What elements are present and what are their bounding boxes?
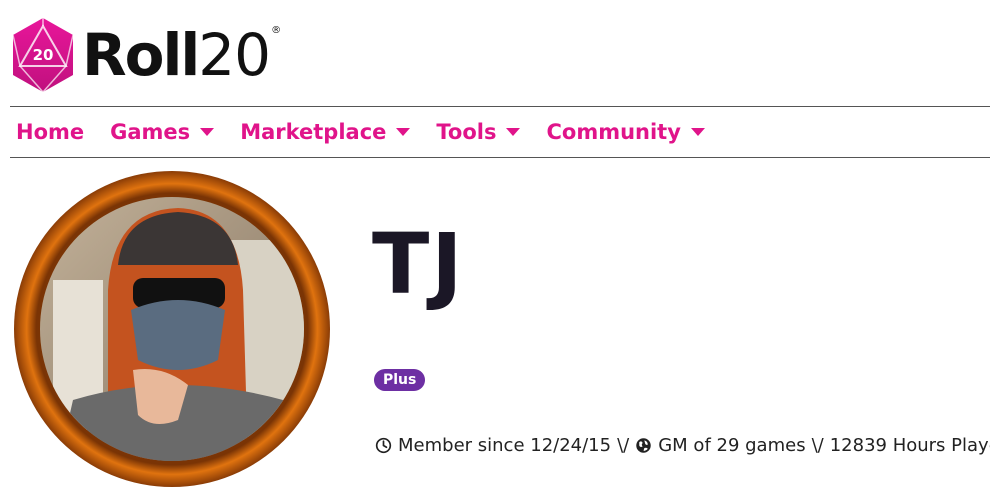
chevron-down-icon [200,128,215,136]
nav-home[interactable]: Home [16,120,84,144]
chevron-down-icon [690,128,705,136]
main-nav: Home Games Marketplace Tools Community [16,107,731,157]
stat-separator: \/ [811,435,824,456]
globe-icon [636,438,651,453]
hours-played: 12839 Hours Played [829,435,990,456]
chevron-down-icon [396,128,411,136]
stat-separator: \/ [617,435,630,456]
gm-games: GM of 29 games [658,435,806,456]
brand-word: Roll [82,21,200,89]
profile-username: TJ [372,215,465,313]
nav-home-label: Home [16,120,85,144]
nav-marketplace-label: Marketplace [240,120,387,144]
nav-community[interactable]: Community [546,120,705,144]
brand-wordmark: Roll20® [82,25,281,85]
nav-games-label: Games [110,120,191,144]
roll20-logo[interactable]: 20 Roll20® [10,16,281,94]
profile-avatar [14,171,330,487]
nav-community-label: Community [546,120,681,144]
nav-marketplace[interactable]: Marketplace [240,120,411,144]
d20-logo-icon: 20 [12,18,74,93]
member-since: Member since 12/24/15 [398,435,612,456]
nav-tools-label: Tools [436,120,497,144]
brand-number: 20 [198,21,271,89]
profile-stats: Member since 12/24/15 \/ GM of 29 games … [375,435,990,456]
nav-bottom-divider [10,157,990,158]
nav-tools[interactable]: Tools [436,120,521,144]
dice-number: 20 [33,46,54,64]
chevron-down-icon [506,128,521,136]
registered-mark: ® [271,25,281,36]
clock-icon [375,437,392,454]
nav-games[interactable]: Games [110,120,215,144]
plus-badge: Plus [374,369,426,391]
